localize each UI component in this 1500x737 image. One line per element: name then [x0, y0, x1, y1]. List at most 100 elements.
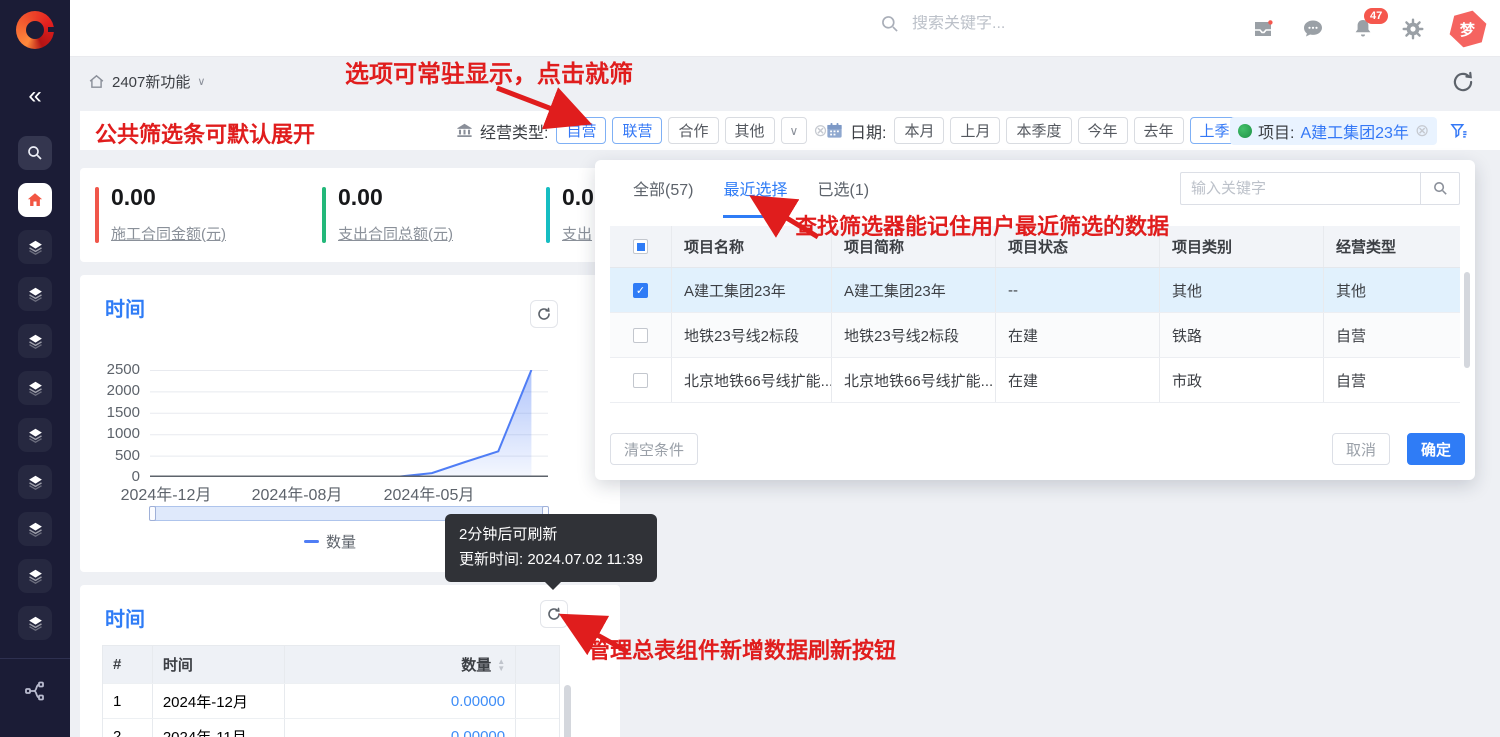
biz-chip-1[interactable]: 自营	[556, 117, 606, 144]
inbox-icon	[1251, 17, 1275, 41]
stat-label[interactable]: 支出	[562, 223, 594, 244]
slider-handle-left[interactable]	[149, 506, 156, 521]
stat-item-3: 0.0支出	[546, 184, 594, 244]
biz-chip-3[interactable]: 合作	[668, 117, 718, 144]
date-chip-5[interactable]: 去年	[1134, 117, 1184, 144]
sidebar-item-module-3[interactable]	[18, 324, 52, 358]
app-logo-icon	[16, 11, 54, 49]
qty-value-link[interactable]: 0.00000	[285, 684, 516, 718]
date-chip-3[interactable]: 本季度	[1006, 117, 1071, 144]
collapse-sidebar-icon[interactable]: «	[28, 84, 41, 108]
project-row-3[interactable]: 北京地铁66号线扩能...北京地铁66号线扩能...在建市政自营	[610, 358, 1460, 403]
date-chip-4[interactable]: 今年	[1078, 117, 1128, 144]
refresh-tooltip: 2分钟后可刷新 更新时间: 2024.07.02 11:39	[445, 514, 657, 582]
panel-tab-1[interactable]: 全部(57)	[633, 176, 693, 218]
notifications-button[interactable]: 47	[1350, 16, 1376, 42]
date-chip-2[interactable]: 上月	[950, 117, 1000, 144]
panel-search-button[interactable]	[1420, 172, 1460, 205]
panel-search-input[interactable]	[1180, 172, 1420, 205]
gear-icon	[1401, 17, 1425, 41]
chart-refresh-button[interactable]	[530, 300, 558, 328]
project-filter-chip[interactable]: 项目: A建工集团23年 ⊗	[1230, 117, 1437, 145]
global-search-input[interactable]	[912, 15, 1132, 33]
calendar-icon	[825, 121, 844, 140]
annotation-1: 选项可常驻显示，点击就筛	[345, 54, 633, 89]
panel-scrollbar[interactable]	[1464, 272, 1470, 368]
x-tick: 2024年-05月	[384, 481, 475, 505]
search-icon	[1432, 180, 1449, 197]
sidebar-divider	[0, 658, 70, 659]
circle-x-icon[interactable]: ⊗	[1415, 122, 1429, 139]
table-refresh-button[interactable]	[540, 600, 568, 628]
biz-more-button[interactable]: ∨	[781, 117, 808, 144]
biz-chip-2[interactable]: 联营	[612, 117, 662, 144]
biz-type-label: 经营类型:	[480, 119, 548, 143]
annotation-3: 管理总表组件新增数据刷新按钮	[588, 633, 896, 665]
bank-icon	[455, 121, 474, 140]
layers-icon	[27, 380, 44, 397]
top-header: 47 梦	[70, 0, 1500, 57]
stat-label[interactable]: 施工合同金额(元)	[111, 223, 226, 244]
sidebar-item-module-4[interactable]	[18, 371, 52, 405]
inbox-button[interactable]	[1250, 16, 1276, 42]
breadcrumb[interactable]: 2407新功能 ∨	[88, 71, 205, 92]
table-row-1[interactable]: 12024年-12月0.00000	[103, 684, 559, 719]
sidebar-item-module-5[interactable]	[18, 418, 52, 452]
global-search	[880, 14, 1132, 34]
cell: 北京地铁66号线扩能...	[832, 358, 996, 402]
date-chip-1[interactable]: 本月	[894, 117, 944, 144]
cell: 市政	[1160, 358, 1324, 402]
sidebar-item-module-2[interactable]	[18, 277, 52, 311]
chart-legend[interactable]: 数量	[304, 531, 356, 552]
confirm-button[interactable]: 确定	[1407, 433, 1465, 465]
sort-icon[interactable]: ▲▼	[497, 658, 505, 672]
x-tick: 2024年-08月	[252, 481, 343, 505]
y-tick: 1500	[107, 404, 140, 421]
layers-icon	[27, 239, 44, 256]
page-refresh-button[interactable]	[1450, 69, 1476, 95]
filter-bar: 公共筛选条可默认展开 经营类型: 自营联营合作其他 ∨ ⊗ 日期: 本月上月本季…	[80, 111, 1500, 150]
annotation-filter-note: 公共筛选条可默认展开	[95, 117, 315, 149]
table-row-2[interactable]: 22024年-11月0.00000	[103, 719, 559, 737]
line-chart	[150, 370, 548, 477]
sidebar-item-module-1[interactable]	[18, 230, 52, 264]
settings-button[interactable]	[1400, 16, 1426, 42]
select-all-checkbox[interactable]	[633, 239, 648, 254]
qty-value-link[interactable]: 0.00000	[285, 719, 516, 737]
cell: 在建	[996, 358, 1160, 402]
sidebar-item-module-8[interactable]	[18, 559, 52, 593]
stat-color-bar	[322, 187, 326, 243]
stat-value: 0.00	[338, 184, 453, 211]
clear-conditions-button[interactable]: 清空条件	[610, 433, 698, 465]
funnel-icon[interactable]	[1449, 121, 1469, 141]
row-checkbox[interactable]	[633, 373, 648, 388]
panel-tab-2[interactable]: 最近选择	[723, 176, 787, 218]
messages-button[interactable]	[1300, 16, 1326, 42]
table-scrollbar[interactable]	[564, 685, 571, 737]
chart-card-title: 时间	[105, 293, 145, 322]
tooltip-line1: 2分钟后可刷新	[459, 523, 643, 548]
sidebar-item-module-7[interactable]	[18, 512, 52, 546]
legend-line-icon	[304, 540, 319, 543]
row-checkbox[interactable]: ✓	[633, 283, 648, 298]
cancel-button[interactable]: 取消	[1332, 433, 1390, 465]
app-page: « 47	[0, 0, 1500, 737]
chart-x-axis: 2024年-12月2024年-08月2024年-05月	[150, 481, 548, 501]
user-avatar[interactable]: 梦	[1446, 6, 1490, 52]
sidebar-item-module-6[interactable]	[18, 465, 52, 499]
project-row-1[interactable]: ✓A建工集团23年A建工集团23年--其他其他	[610, 268, 1460, 313]
cell: 在建	[996, 313, 1160, 357]
biz-chip-4[interactable]: 其他	[725, 117, 775, 144]
sidebar-item-home[interactable]	[18, 183, 52, 217]
row-checkbox[interactable]	[633, 328, 648, 343]
layers-icon	[27, 521, 44, 538]
stat-label[interactable]: 支出合同总额(元)	[338, 223, 453, 244]
filter-group-date: 日期: 本月上月本季度今年去年上季度∨ ⊗	[825, 111, 1287, 150]
project-row-2[interactable]: 地铁23号线2标段地铁23号线2标段在建铁路自营	[610, 313, 1460, 358]
sidebar-item-module-9[interactable]	[18, 606, 52, 640]
sidebar-item-search[interactable]	[18, 136, 52, 170]
stats-card: 0.00施工合同金额(元)0.00支出合同总额(元)0.0支出	[80, 168, 625, 262]
sidebar-item-flow[interactable]	[23, 679, 47, 708]
cell: --	[996, 268, 1160, 312]
y-tick: 2500	[107, 361, 140, 378]
